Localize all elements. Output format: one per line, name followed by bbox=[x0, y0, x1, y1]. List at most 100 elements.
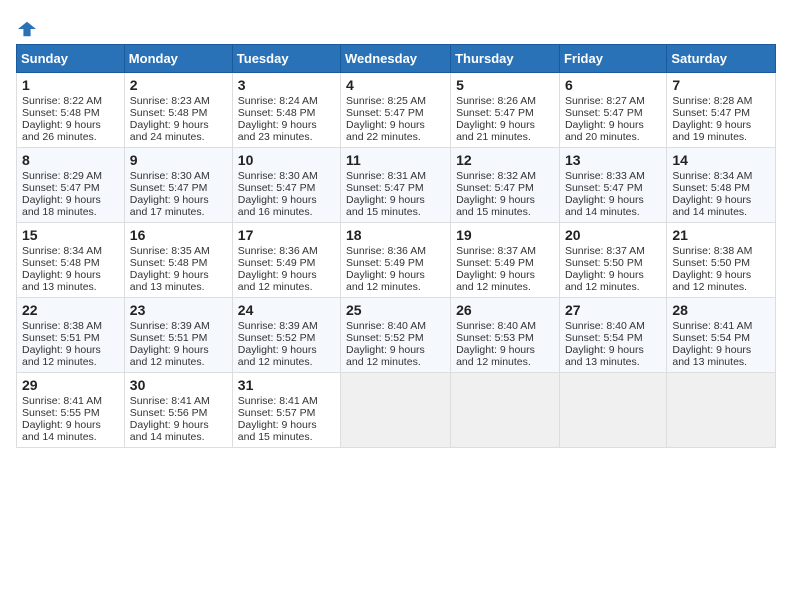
calendar-cell: 25Sunrise: 8:40 AMSunset: 5:52 PMDayligh… bbox=[341, 298, 451, 373]
day-number: 1 bbox=[22, 77, 119, 93]
calendar-cell: 26 Sunrise: 8:40 AMSunset: 5:53 PMDayligh… bbox=[451, 298, 560, 373]
day-number: 22 bbox=[22, 302, 119, 318]
day-number: 23 bbox=[130, 302, 227, 318]
sunset-text: Sunset: 5:48 PM bbox=[130, 257, 227, 269]
sunrise-text: Sunrise: 8:33 AM bbox=[565, 170, 661, 182]
sunrise-text: Sunrise: 8:41 AM bbox=[672, 320, 770, 332]
header bbox=[16, 16, 776, 36]
day-number: 28 bbox=[672, 302, 770, 318]
daylight-text: Daylight: 9 hours and 26 minutes. bbox=[22, 119, 119, 143]
logo-bird-icon bbox=[18, 20, 36, 38]
day-number: 6 bbox=[565, 77, 661, 93]
daylight-text: Daylight: 9 hours and 13 minutes. bbox=[22, 269, 119, 293]
calendar-cell: 27Sunrise: 8:40 AMSunset: 5:54 PMDayligh… bbox=[559, 298, 666, 373]
daylight-text: Daylight: 9 hours and 15 minutes. bbox=[456, 194, 554, 218]
day-number: 18 bbox=[346, 227, 445, 243]
daylight-text: Daylight: 9 hours and 17 minutes. bbox=[130, 194, 227, 218]
daylight-text: Daylight: 9 hours and 24 minutes. bbox=[130, 119, 227, 143]
calendar-cell: 23Sunrise: 8:39 AMSunset: 5:51 PMDayligh… bbox=[124, 298, 232, 373]
calendar-cell: 18Sunrise: 8:36 AMSunset: 5:49 PMDayligh… bbox=[341, 223, 451, 298]
calendar-week-row: 1 Sunrise: 8:22 AM Sunset: 5:48 PM Daylight… bbox=[17, 73, 776, 148]
sunrise-text: Sunrise: 8:36 AM bbox=[238, 245, 335, 257]
calendar-cell: 2Sunrise: 8:23 AMSunset: 5:48 PMDaylight… bbox=[124, 73, 232, 148]
sunrise-text: Sunrise: 8:41 AM bbox=[238, 395, 335, 407]
calendar-cell: 28Sunrise: 8:41 AMSunset: 5:54 PMDayligh… bbox=[667, 298, 776, 373]
daylight-text: Daylight: 9 hours and 21 minutes. bbox=[456, 119, 554, 143]
sunset-text: Sunset: 5:56 PM bbox=[130, 407, 227, 419]
day-number: 26 bbox=[456, 302, 554, 318]
daylight-text: Daylight: 9 hours and 14 minutes. bbox=[565, 194, 661, 218]
sunset-text: Sunset: 5:51 PM bbox=[130, 332, 227, 344]
sunrise-text: Sunrise: 8:40 AM bbox=[565, 320, 661, 332]
calendar-cell: 31Sunrise: 8:41 AMSunset: 5:57 PMDayligh… bbox=[232, 373, 340, 448]
day-number: 2 bbox=[130, 77, 227, 93]
daylight-text: Daylight: 9 hours and 16 minutes. bbox=[238, 194, 335, 218]
day-number: 20 bbox=[565, 227, 661, 243]
calendar-cell: 6Sunrise: 8:27 AMSunset: 5:47 PMDaylight… bbox=[559, 73, 666, 148]
sunrise-text: Sunrise: 8:40 AM bbox=[456, 320, 554, 332]
weekday-header-friday: Friday bbox=[559, 45, 666, 73]
daylight-text: Daylight: 9 hours and 12 minutes. bbox=[456, 344, 554, 368]
sunset-text: Sunset: 5:47 PM bbox=[238, 182, 335, 194]
calendar-table: SundayMondayTuesdayWednesdayThursdayFrid… bbox=[16, 44, 776, 448]
sunset-text: Sunset: 5:50 PM bbox=[565, 257, 661, 269]
day-number: 16 bbox=[130, 227, 227, 243]
day-number: 29 bbox=[22, 377, 119, 393]
calendar-week-row: 8Sunrise: 8:29 AMSunset: 5:47 PMDaylight… bbox=[17, 148, 776, 223]
sunset-text: Sunset: 5:48 PM bbox=[238, 107, 335, 119]
daylight-text: Daylight: 9 hours and 14 minutes. bbox=[672, 194, 770, 218]
weekday-header-sunday: Sunday bbox=[17, 45, 125, 73]
sunset-text: Sunset: 5:53 PM bbox=[456, 332, 554, 344]
weekday-header-wednesday: Wednesday bbox=[341, 45, 451, 73]
calendar-cell: 13Sunrise: 8:33 AMSunset: 5:47 PMDayligh… bbox=[559, 148, 666, 223]
sunrise-text: Sunrise: 8:37 AM bbox=[565, 245, 661, 257]
calendar-cell: 21Sunrise: 8:38 AMSunset: 5:50 PMDayligh… bbox=[667, 223, 776, 298]
daylight-text: Daylight: 9 hours and 14 minutes. bbox=[130, 419, 227, 443]
daylight-text: Daylight: 9 hours and 15 minutes. bbox=[238, 419, 335, 443]
sunset-text: Sunset: 5:52 PM bbox=[346, 332, 445, 344]
daylight-text: Daylight: 9 hours and 18 minutes. bbox=[22, 194, 119, 218]
daylight-text: Daylight: 9 hours and 14 minutes. bbox=[22, 419, 119, 443]
sunset-text: Sunset: 5:49 PM bbox=[238, 257, 335, 269]
calendar-cell: 30Sunrise: 8:41 AMSunset: 5:56 PMDayligh… bbox=[124, 373, 232, 448]
sunset-text: Sunset: 5:47 PM bbox=[346, 182, 445, 194]
calendar-cell bbox=[667, 373, 776, 448]
calendar-cell: 3Sunrise: 8:24 AMSunset: 5:48 PMDaylight… bbox=[232, 73, 340, 148]
day-number: 27 bbox=[565, 302, 661, 318]
sunrise-text: Sunrise: 8:30 AM bbox=[238, 170, 335, 182]
daylight-text: Daylight: 9 hours and 12 minutes. bbox=[565, 269, 661, 293]
weekday-header-saturday: Saturday bbox=[667, 45, 776, 73]
calendar-cell: 17Sunrise: 8:36 AMSunset: 5:49 PMDayligh… bbox=[232, 223, 340, 298]
sunset-text: Sunset: 5:47 PM bbox=[456, 182, 554, 194]
sunrise-text: Sunrise: 8:29 AM bbox=[22, 170, 119, 182]
calendar-cell bbox=[559, 373, 666, 448]
sunrise-text: Sunrise: 8:22 AM bbox=[22, 95, 119, 107]
sunset-text: Sunset: 5:47 PM bbox=[565, 107, 661, 119]
day-number: 4 bbox=[346, 77, 445, 93]
day-number: 14 bbox=[672, 152, 770, 168]
day-number: 8 bbox=[22, 152, 119, 168]
sunset-text: Sunset: 5:48 PM bbox=[22, 257, 119, 269]
sunset-text: Sunset: 5:47 PM bbox=[130, 182, 227, 194]
daylight-text: Daylight: 9 hours and 13 minutes. bbox=[565, 344, 661, 368]
calendar-cell: 12Sunrise: 8:32 AMSunset: 5:47 PMDayligh… bbox=[451, 148, 560, 223]
daylight-text: Daylight: 9 hours and 12 minutes. bbox=[346, 344, 445, 368]
calendar-week-row: 15Sunrise: 8:34 AMSunset: 5:48 PMDayligh… bbox=[17, 223, 776, 298]
daylight-text: Daylight: 9 hours and 22 minutes. bbox=[346, 119, 445, 143]
sunrise-text: Sunrise: 8:41 AM bbox=[22, 395, 119, 407]
sunrise-text: Sunrise: 8:39 AM bbox=[130, 320, 227, 332]
day-number: 11 bbox=[346, 152, 445, 168]
sunrise-text: Sunrise: 8:27 AM bbox=[565, 95, 661, 107]
sunrise-text: Sunrise: 8:30 AM bbox=[130, 170, 227, 182]
sunset-text: Sunset: 5:49 PM bbox=[346, 257, 445, 269]
sunrise-text: Sunrise: 8:37 AM bbox=[456, 245, 554, 257]
sunrise-text: Sunrise: 8:38 AM bbox=[672, 245, 770, 257]
sunrise-text: Sunrise: 8:23 AM bbox=[130, 95, 227, 107]
sunset-text: Sunset: 5:50 PM bbox=[672, 257, 770, 269]
sunset-text: Sunset: 5:57 PM bbox=[238, 407, 335, 419]
calendar-cell: 10Sunrise: 8:30 AMSunset: 5:47 PMDayligh… bbox=[232, 148, 340, 223]
calendar-cell: 16Sunrise: 8:35 AMSunset: 5:48 PMDayligh… bbox=[124, 223, 232, 298]
calendar-cell: 7Sunrise: 8:28 AMSunset: 5:47 PMDaylight… bbox=[667, 73, 776, 148]
calendar-cell: 9Sunrise: 8:30 AMSunset: 5:47 PMDaylight… bbox=[124, 148, 232, 223]
calendar-cell bbox=[341, 373, 451, 448]
